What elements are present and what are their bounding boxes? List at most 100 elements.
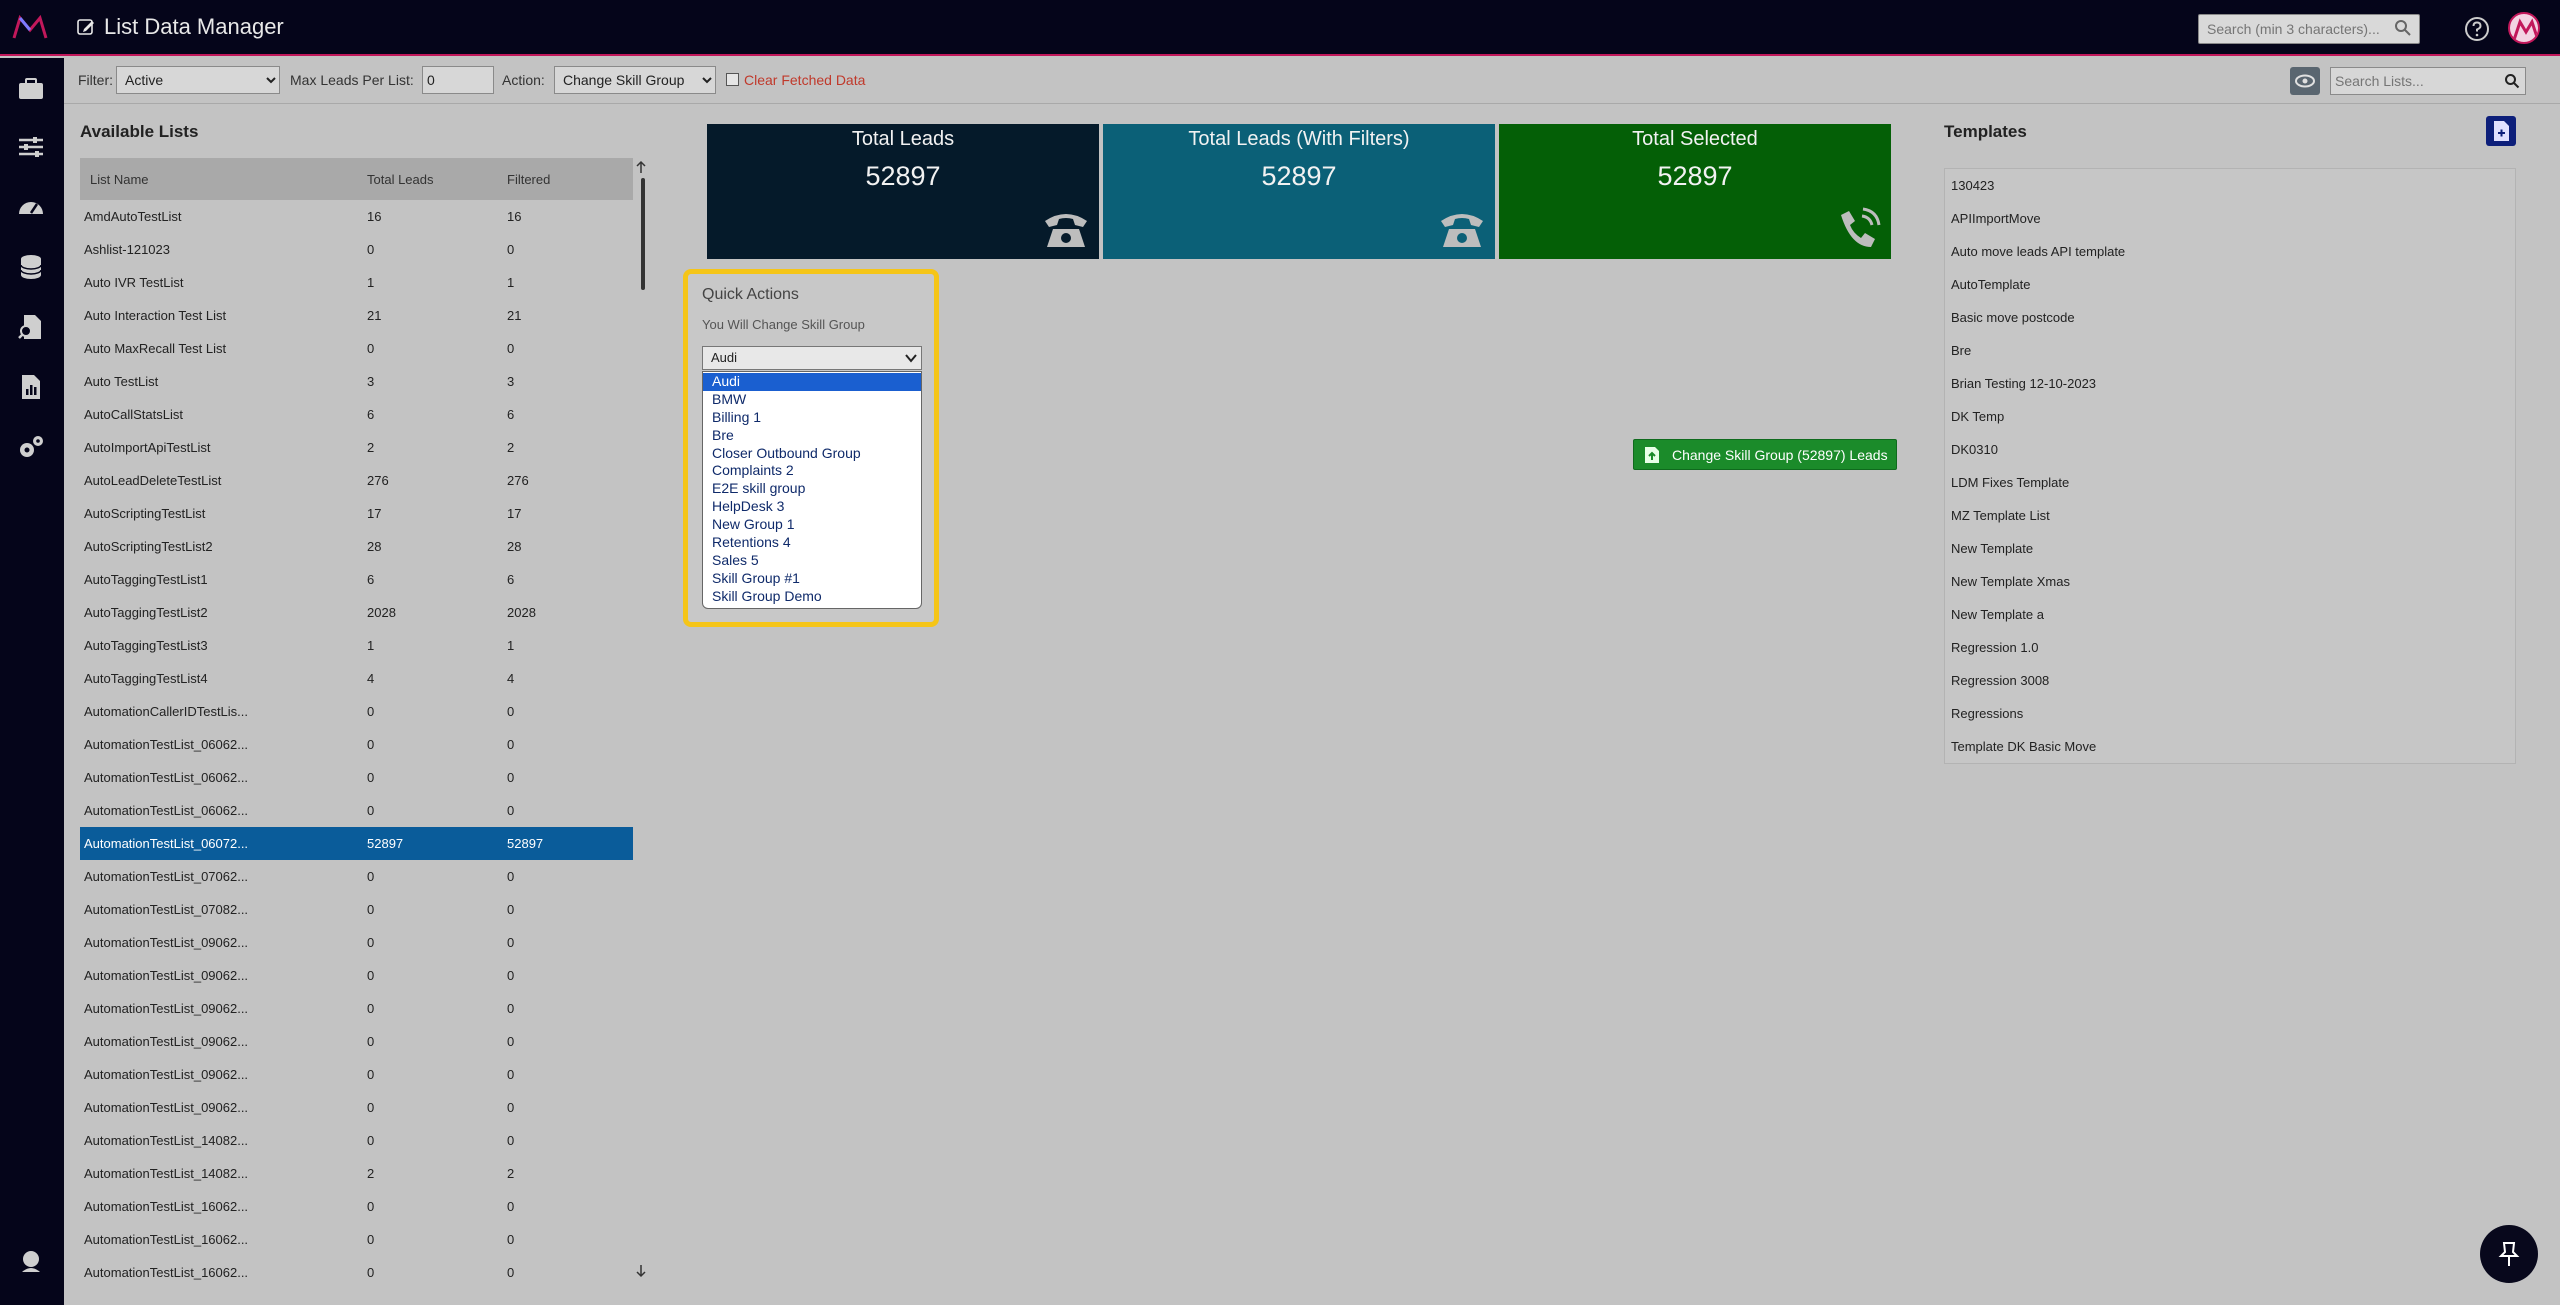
- skill-group-option[interactable]: Audi: [703, 373, 921, 391]
- clear-fetched-checkbox[interactable]: [726, 73, 739, 86]
- headset-agent-icon[interactable]: [16, 1246, 46, 1276]
- table-row[interactable]: AutomationTestList_09062... 0 0: [80, 1025, 633, 1058]
- template-item[interactable]: Template DK Basic Move: [1945, 730, 2515, 763]
- briefcase-icon[interactable]: [16, 74, 46, 104]
- global-search-input[interactable]: [2198, 14, 2420, 44]
- skill-group-option[interactable]: E2E skill group: [703, 480, 921, 498]
- table-row[interactable]: AutoScriptingTestList 17 17: [80, 497, 633, 530]
- table-row[interactable]: AutoTaggingTestList4 4 4: [80, 662, 633, 695]
- list-name-cell: AutomationTestList_06062...: [84, 803, 249, 818]
- column-list-name[interactable]: List Name: [80, 172, 365, 187]
- filtered-cell: 1: [507, 638, 515, 653]
- search-lists-icon[interactable]: [2504, 73, 2520, 89]
- table-row[interactable]: AutoLeadDeleteTestList 276 276: [80, 464, 633, 497]
- table-row[interactable]: Auto TestList 3 3: [80, 365, 633, 398]
- action-select[interactable]: Change Skill Group: [554, 66, 716, 94]
- template-item[interactable]: Basic move postcode: [1945, 301, 2515, 334]
- max-leads-input[interactable]: [422, 66, 494, 94]
- clear-fetched-label[interactable]: Clear Fetched Data: [744, 72, 865, 88]
- skill-group-option[interactable]: HelpDesk 3: [703, 498, 921, 516]
- table-row[interactable]: AutomationTestList_16062... 0 0: [80, 1256, 633, 1283]
- table-row[interactable]: AutomationTestList_06062... 0 0: [80, 761, 633, 794]
- table-body: AmdAutoTestList 16 16 Ashlist-121023 0 0 Auto …: [80, 200, 633, 1283]
- template-item[interactable]: Bre: [1945, 334, 2515, 367]
- file-search-icon[interactable]: [16, 312, 46, 342]
- table-row[interactable]: AutoTaggingTestList1 6 6: [80, 563, 633, 596]
- table-row[interactable]: Auto MaxRecall Test List 0 0: [80, 332, 633, 365]
- table-row[interactable]: AutoTaggingTestList3 1 1: [80, 629, 633, 662]
- skill-group-select[interactable]: Audi: [702, 346, 922, 370]
- user-avatar[interactable]: [2508, 12, 2540, 44]
- dashboard-gauge-icon[interactable]: [16, 192, 46, 222]
- add-template-button[interactable]: [2486, 116, 2516, 146]
- template-item[interactable]: New Template Xmas: [1945, 565, 2515, 598]
- list-scrollbar[interactable]: [640, 158, 648, 1283]
- table-row[interactable]: Ashlist-121023 0 0: [80, 233, 633, 266]
- column-total-leads[interactable]: Total Leads: [365, 172, 505, 187]
- table-row[interactable]: AutomationTestList_14082... 2 2: [80, 1157, 633, 1190]
- scroll-down-arrow-icon[interactable]: [634, 1264, 648, 1278]
- sliders-icon[interactable]: [16, 132, 46, 162]
- table-row[interactable]: AutoImportApiTestList 2 2: [80, 431, 633, 464]
- skill-group-option[interactable]: Skill Group #1: [703, 570, 921, 588]
- table-row[interactable]: AutomationTestList_09062... 0 0: [80, 959, 633, 992]
- table-row[interactable]: AutomationTestList_09062... 0 0: [80, 926, 633, 959]
- template-item[interactable]: MZ Template List: [1945, 499, 2515, 532]
- table-row[interactable]: AutoTaggingTestList2 2028 2028: [80, 596, 633, 629]
- template-item[interactable]: DK0310: [1945, 433, 2515, 466]
- search-lists-input[interactable]: [2330, 67, 2526, 95]
- template-item[interactable]: Regressions: [1945, 697, 2515, 730]
- template-item[interactable]: Auto move leads API template: [1945, 235, 2515, 268]
- skill-group-option[interactable]: New Group 1: [703, 516, 921, 534]
- total-leads-cell: 0: [367, 1067, 375, 1082]
- table-row[interactable]: AutomationTestList_07062... 0 0: [80, 860, 633, 893]
- table-row[interactable]: AutomationTestList_16062... 0 0: [80, 1190, 633, 1223]
- report-icon[interactable]: [16, 372, 46, 402]
- table-row[interactable]: AutoScriptingTestList2 28 28: [80, 530, 633, 563]
- brand-logo-icon[interactable]: [12, 14, 48, 42]
- table-row[interactable]: AutomationTestList_06072... 52897 52897: [80, 827, 633, 860]
- table-row[interactable]: AutomationTestList_16062... 0 0: [80, 1223, 633, 1256]
- skill-group-option[interactable]: Retentions 4: [703, 534, 921, 552]
- table-row[interactable]: AutomationTestList_09062... 0 0: [80, 992, 633, 1025]
- table-row[interactable]: AutomationTestList_09062... 0 0: [80, 1091, 633, 1124]
- template-item[interactable]: LDM Fixes Template: [1945, 466, 2515, 499]
- template-item[interactable]: DK Temp: [1945, 400, 2515, 433]
- table-row[interactable]: AutoCallStatsList 6 6: [80, 398, 633, 431]
- table-row[interactable]: AutomationCallerIDTestLis... 0 0: [80, 695, 633, 728]
- database-icon[interactable]: [16, 252, 46, 282]
- template-item[interactable]: Brian Testing 12-10-2023: [1945, 367, 2515, 400]
- scroll-thumb[interactable]: [641, 178, 645, 290]
- template-item[interactable]: 130423: [1945, 169, 2515, 202]
- settings-gears-icon[interactable]: [16, 432, 46, 462]
- pin-button[interactable]: [2480, 1225, 2538, 1283]
- template-item[interactable]: AutoTemplate: [1945, 268, 2515, 301]
- template-item[interactable]: Regression 1.0: [1945, 631, 2515, 664]
- template-item[interactable]: Regression 3008: [1945, 664, 2515, 697]
- template-item[interactable]: New Template: [1945, 532, 2515, 565]
- skill-group-option[interactable]: Closer Outbound Group: [703, 445, 921, 463]
- filter-select[interactable]: Active: [116, 66, 280, 94]
- skill-group-option[interactable]: Skill Group Demo: [703, 588, 921, 606]
- table-row[interactable]: AutomationTestList_14082... 0 0: [80, 1124, 633, 1157]
- skill-group-option[interactable]: Bre: [703, 427, 921, 445]
- table-row[interactable]: AutomationTestList_09062... 0 0: [80, 1058, 633, 1091]
- skill-group-option[interactable]: Billing 1: [703, 409, 921, 427]
- table-row[interactable]: AutomationTestList_07082... 0 0: [80, 893, 633, 926]
- scroll-up-arrow-icon[interactable]: [634, 160, 648, 174]
- template-item[interactable]: New Template a: [1945, 598, 2515, 631]
- search-icon[interactable]: [2394, 19, 2412, 37]
- table-row[interactable]: AmdAutoTestList 16 16: [80, 200, 633, 233]
- change-skill-group-button[interactable]: Change Skill Group (52897) Leads: [1633, 439, 1897, 470]
- table-row[interactable]: AutomationTestList_06062... 0 0: [80, 794, 633, 827]
- skill-group-option[interactable]: BMW: [703, 391, 921, 409]
- table-row[interactable]: AutomationTestList_06062... 0 0: [80, 728, 633, 761]
- table-row[interactable]: Auto IVR TestList 1 1: [80, 266, 633, 299]
- skill-group-option[interactable]: Complaints 2: [703, 462, 921, 480]
- template-item[interactable]: APIImportMove: [1945, 202, 2515, 235]
- help-icon[interactable]: [2464, 16, 2490, 42]
- toggle-visibility-button[interactable]: [2290, 67, 2320, 95]
- column-filtered[interactable]: Filtered: [505, 172, 625, 187]
- skill-group-option[interactable]: Sales 5: [703, 552, 921, 570]
- table-row[interactable]: Auto Interaction Test List 21 21: [80, 299, 633, 332]
